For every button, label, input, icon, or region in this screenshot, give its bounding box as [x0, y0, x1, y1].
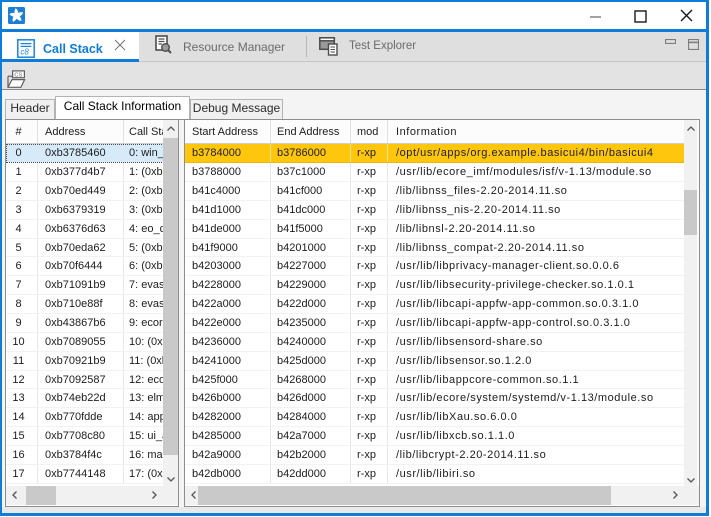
svg-text:CS: CS [14, 72, 22, 78]
svg-text:c8: c8 [20, 47, 29, 56]
